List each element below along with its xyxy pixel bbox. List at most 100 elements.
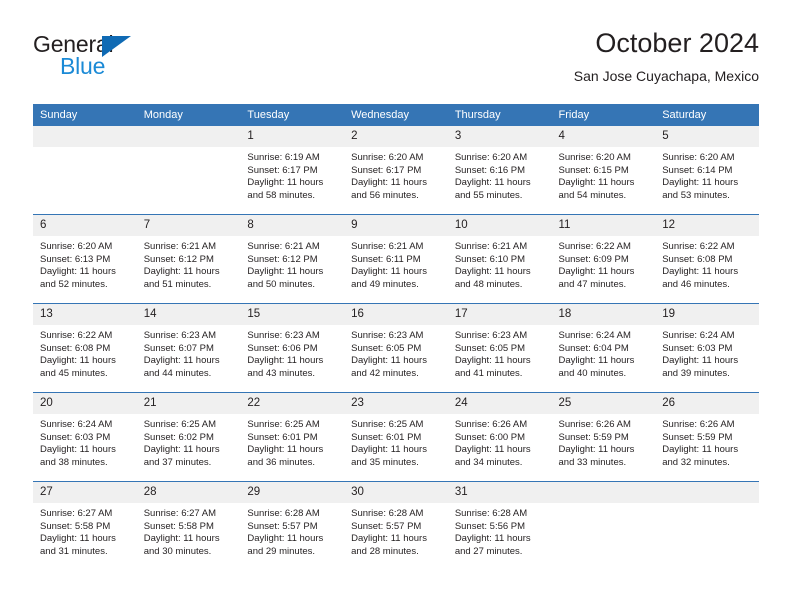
- calendar-day-cell[interactable]: 11 Sunrise: 6:22 AM Sunset: 6:09 PM Dayligh…: [551, 214, 656, 304]
- daylight-text-line2: and 38 minutes.: [40, 456, 108, 468]
- sunset-text: Sunset: 6:12 PM: [247, 253, 318, 265]
- daylight-text-line1: Daylight: 11 hours: [40, 444, 116, 456]
- sunrise-text: Sunrise: 6:26 AM: [454, 419, 528, 430]
- calendar-day-cell[interactable]: 23 Sunrise: 6:25 AM Sunset: 6:01 PM Dayligh…: [344, 392, 448, 482]
- blue-triangle-icon: [102, 36, 131, 57]
- sunset-text: Sunset: 6:12 PM: [143, 253, 214, 265]
- daylight-text-line1: Daylight: 11 hours: [558, 266, 635, 278]
- sunset-text: Sunset: 6:10 PM: [454, 253, 526, 265]
- calendar-day-cell[interactable]: 30 Sunrise: 6:28 AM Sunset: 5:57 PM Dayligh…: [344, 481, 448, 570]
- calendar-week-row: 20 Sunrise: 6:24 AM Sunset: 6:03 PM Dayligh…: [33, 392, 759, 482]
- calendar-week-row: 1 Sunrise: 6:19 AM Sunset: 6:17 PM Daylight…: [33, 126, 759, 215]
- generalblue-logo[interactable]: General Blue: [33, 31, 243, 87]
- sunrise-text: Sunrise: 6:25 AM: [247, 419, 320, 430]
- calendar-day-cell[interactable]: 28 Sunrise: 6:27 AM Sunset: 5:58 PM Dayligh…: [136, 481, 241, 570]
- calendar-day-cell[interactable]: 14 Sunrise: 6:23 AM Sunset: 6:07 PM Dayligh…: [136, 303, 241, 393]
- calendar-day-cell[interactable]: 29 Sunrise: 6:28 AM Sunset: 5:57 PM Dayligh…: [240, 481, 345, 570]
- calendar-day-cell[interactable]: 9 Sunrise: 6:21 AM Sunset: 6:11 PM Daylight…: [344, 214, 448, 304]
- day-details: Sunrise: 6:24 AM Sunset: 6:04 PM Daylight:…: [552, 325, 656, 380]
- sunrise-text: Sunrise: 6:22 AM: [558, 241, 631, 252]
- calendar-day-cell[interactable]: 17 Sunrise: 6:23 AM Sunset: 6:05 PM Dayligh…: [447, 303, 552, 393]
- day-details: Sunrise: 6:25 AM Sunset: 6:02 PM Daylight:…: [137, 414, 241, 469]
- day-details: Sunrise: 6:21 AM Sunset: 6:10 PM Daylight:…: [448, 236, 552, 291]
- sunset-text: Sunset: 6:07 PM: [143, 342, 214, 354]
- calendar-day-cell[interactable]: 22 Sunrise: 6:25 AM Sunset: 6:01 PM Dayligh…: [240, 392, 345, 482]
- day-details: Sunrise: 6:28 AM Sunset: 5:57 PM Daylight:…: [240, 503, 344, 558]
- daylight-text-line1: Daylight: 11 hours: [454, 533, 531, 545]
- calendar-day-cell[interactable]: 7 Sunrise: 6:21 AM Sunset: 6:12 PM Daylight…: [136, 214, 241, 304]
- calendar-day-cell[interactable]: 8 Sunrise: 6:21 AM Sunset: 6:12 PM Daylight…: [240, 214, 345, 304]
- daylight-text-line1: Daylight: 11 hours: [454, 177, 531, 189]
- day-number: 16: [344, 304, 448, 325]
- day-details: Sunrise: 6:28 AM Sunset: 5:57 PM Daylight:…: [344, 503, 448, 558]
- day-details: Sunrise: 6:20 AM Sunset: 6:13 PM Daylight:…: [33, 236, 137, 291]
- calendar-day-cell[interactable]: 6 Sunrise: 6:20 AM Sunset: 6:13 PM Daylight…: [33, 214, 137, 304]
- sunset-text: Sunset: 6:02 PM: [143, 431, 214, 443]
- sunset-text: Sunset: 5:56 PM: [454, 520, 526, 532]
- daylight-text-line1: Daylight: 11 hours: [40, 266, 116, 278]
- day-number: 15: [240, 304, 345, 325]
- calendar-day-cell[interactable]: 16 Sunrise: 6:23 AM Sunset: 6:05 PM Dayligh…: [344, 303, 448, 393]
- sunset-text: Sunset: 5:57 PM: [351, 520, 422, 532]
- daylight-text-line1: Daylight: 11 hours: [454, 355, 531, 367]
- calendar-day-cell[interactable]: 21 Sunrise: 6:25 AM Sunset: 6:02 PM Dayligh…: [136, 392, 241, 482]
- sunset-text: Sunset: 5:57 PM: [247, 520, 318, 532]
- daylight-text-line1: Daylight: 11 hours: [662, 177, 739, 189]
- sunrise-text: Sunrise: 6:20 AM: [40, 241, 113, 252]
- sunrise-text: Sunrise: 6:21 AM: [351, 241, 424, 252]
- calendar-day-cell[interactable]: 13 Sunrise: 6:22 AM Sunset: 6:08 PM Dayligh…: [33, 303, 137, 393]
- sunrise-text: Sunrise: 6:22 AM: [40, 330, 113, 341]
- daylight-text-line2: and 51 minutes.: [143, 278, 212, 290]
- day-details: Sunrise: 6:23 AM Sunset: 6:05 PM Daylight:…: [448, 325, 552, 380]
- calendar-day-cell[interactable]: 26 Sunrise: 6:26 AM Sunset: 5:59 PM Dayligh…: [655, 392, 759, 482]
- sunrise-text: Sunrise: 6:20 AM: [558, 152, 631, 163]
- day-number: 2: [344, 126, 448, 147]
- sunset-text: Sunset: 6:09 PM: [558, 253, 629, 265]
- weekday-header-friday: Friday: [551, 104, 656, 126]
- calendar-day-cell[interactable]: 19 Sunrise: 6:24 AM Sunset: 6:03 PM Dayligh…: [655, 303, 759, 393]
- day-number: 23: [344, 393, 448, 414]
- sunset-text: Sunset: 6:04 PM: [558, 342, 629, 354]
- day-details: Sunrise: 6:20 AM Sunset: 6:14 PM Daylight:…: [655, 147, 759, 202]
- calendar-day-cell[interactable]: 10 Sunrise: 6:21 AM Sunset: 6:10 PM Dayligh…: [447, 214, 552, 304]
- calendar-day-cell[interactable]: 4 Sunrise: 6:20 AM Sunset: 6:15 PM Daylight…: [551, 126, 656, 215]
- daylight-text-line2: and 29 minutes.: [247, 545, 316, 557]
- daylight-text-line2: and 35 minutes.: [351, 456, 419, 468]
- daylight-text-line1: Daylight: 11 hours: [351, 177, 427, 189]
- sunset-text: Sunset: 6:01 PM: [351, 431, 422, 443]
- calendar-day-cell[interactable]: 25 Sunrise: 6:26 AM Sunset: 5:59 PM Dayligh…: [551, 392, 656, 482]
- calendar-day-cell[interactable]: 1 Sunrise: 6:19 AM Sunset: 6:17 PM Daylight…: [240, 126, 345, 215]
- weekday-header-thursday: Thursday: [447, 104, 552, 126]
- day-details: Sunrise: 6:26 AM Sunset: 6:00 PM Daylight:…: [448, 414, 552, 469]
- day-details: Sunrise: 6:23 AM Sunset: 6:05 PM Daylight:…: [344, 325, 448, 380]
- day-number: 18: [551, 304, 656, 325]
- calendar-day-cell[interactable]: 20 Sunrise: 6:24 AM Sunset: 6:03 PM Dayligh…: [33, 392, 137, 482]
- sunset-text: Sunset: 6:14 PM: [662, 164, 733, 176]
- sunset-text: Sunset: 6:05 PM: [454, 342, 526, 354]
- daylight-text-line1: Daylight: 11 hours: [40, 533, 116, 545]
- sunrise-text: Sunrise: 6:23 AM: [454, 330, 528, 341]
- daylight-text-line2: and 33 minutes.: [558, 456, 627, 468]
- calendar-day-cell[interactable]: 2 Sunrise: 6:20 AM Sunset: 6:17 PM Daylight…: [344, 126, 448, 215]
- calendar-day-cell[interactable]: 31 Sunrise: 6:28 AM Sunset: 5:56 PM Dayligh…: [447, 481, 552, 570]
- calendar-day-cell[interactable]: 12 Sunrise: 6:22 AM Sunset: 6:08 PM Dayligh…: [655, 214, 759, 304]
- daylight-text-line1: Daylight: 11 hours: [351, 444, 427, 456]
- day-number: 14: [136, 304, 241, 325]
- sunrise-text: Sunrise: 6:22 AM: [662, 241, 735, 252]
- sunset-text: Sunset: 6:05 PM: [351, 342, 422, 354]
- day-number: 8: [240, 215, 345, 236]
- calendar-day-cell[interactable]: 27 Sunrise: 6:27 AM Sunset: 5:58 PM Dayligh…: [33, 481, 137, 570]
- daylight-text-line1: Daylight: 11 hours: [40, 355, 116, 367]
- calendar-day-cell[interactable]: 3 Sunrise: 6:20 AM Sunset: 6:16 PM Daylight…: [447, 126, 552, 215]
- day-number: 4: [551, 126, 656, 147]
- weekday-header-saturday: Saturday: [655, 104, 759, 126]
- calendar-day-cell[interactable]: 15 Sunrise: 6:23 AM Sunset: 6:06 PM Dayligh…: [240, 303, 345, 393]
- weekday-header-tuesday: Tuesday: [240, 104, 345, 126]
- daylight-text-line2: and 55 minutes.: [454, 189, 523, 201]
- calendar-day-cell[interactable]: 24 Sunrise: 6:26 AM Sunset: 6:00 PM Dayligh…: [447, 392, 552, 482]
- calendar-day-cell[interactable]: 5 Sunrise: 6:20 AM Sunset: 6:14 PM Daylight…: [655, 126, 759, 215]
- sunset-text: Sunset: 5:58 PM: [40, 520, 111, 532]
- day-number: 10: [447, 215, 552, 236]
- day-number: 26: [655, 393, 759, 414]
- calendar-day-cell[interactable]: 18 Sunrise: 6:24 AM Sunset: 6:04 PM Dayligh…: [551, 303, 656, 393]
